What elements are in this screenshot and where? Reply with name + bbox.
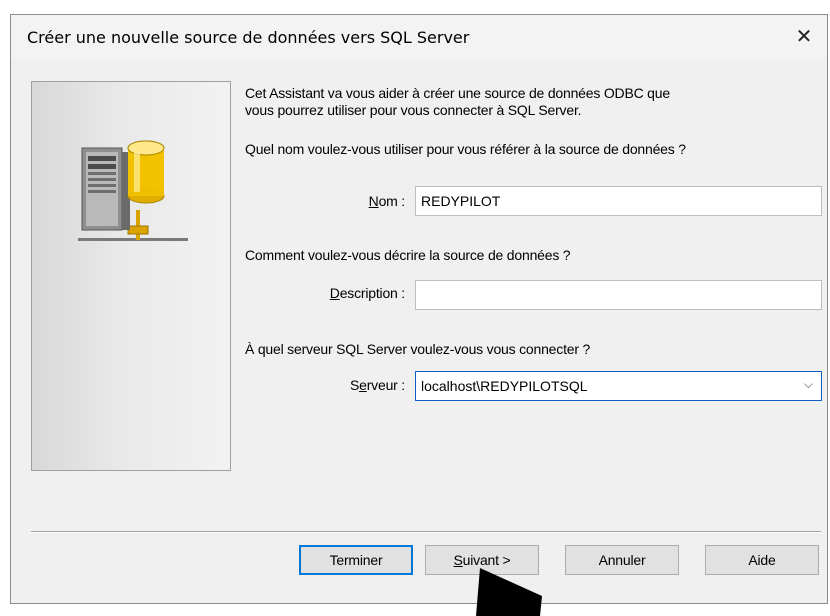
server-label-mnemonic: e: [359, 377, 367, 393]
background-window-peek: [0, 0, 830, 14]
description-input[interactable]: [415, 280, 822, 310]
intro-line-2: vous pourrez utiliser pour vous connecte…: [245, 102, 582, 118]
server-combobox[interactable]: localhost\REDYPILOTSQL ⌵: [415, 371, 822, 401]
description-label-mnemonic: D: [329, 285, 340, 301]
intro-line-1: Cet Assistant va vous aider à créer une …: [245, 85, 670, 101]
description-label: Description :: [281, 285, 405, 301]
database-server-icon: [78, 140, 188, 241]
name-label: Nom :: [311, 193, 406, 209]
finish-button[interactable]: Terminer: [299, 545, 413, 575]
intro-text: Cet Assistant va vous aider à créer une …: [245, 85, 815, 119]
wizard-image-panel: [31, 81, 231, 471]
server-combobox-value: localhost\REDYPILOTSQL: [421, 378, 588, 394]
name-label-mnemonic: N: [368, 193, 379, 209]
question-name: Quel nom voulez-vous utiliser pour vous …: [245, 141, 686, 157]
help-button[interactable]: Aide: [705, 545, 819, 575]
name-input[interactable]: REDYPILOT: [415, 186, 822, 216]
button-separator: [31, 531, 821, 533]
odbc-sql-server-dialog: Créer une nouvelle source de données ver…: [10, 14, 828, 604]
close-icon: ✕: [795, 24, 813, 48]
server-label-text: rveur :: [366, 377, 405, 393]
description-label-text: escription :: [339, 285, 405, 301]
mouse-pointer-icon: [476, 568, 542, 616]
cancel-button[interactable]: Annuler: [565, 545, 679, 575]
chevron-down-icon[interactable]: ⌵: [804, 377, 813, 392]
name-label-text: om :: [378, 193, 406, 209]
name-input-value: REDYPILOT: [421, 193, 501, 209]
next-button-mnemonic: S: [453, 552, 463, 568]
dialog-title: Créer une nouvelle source de données ver…: [27, 28, 470, 47]
server-label: Serveur :: [311, 377, 405, 393]
question-description: Comment voulez-vous décrire la source de…: [245, 247, 571, 263]
title-bar: Créer une nouvelle source de données ver…: [11, 15, 827, 59]
server-label-start: S: [349, 377, 360, 393]
question-server: À quel serveur SQL Server voulez-vous vo…: [245, 341, 591, 357]
close-button[interactable]: ✕: [787, 19, 821, 53]
